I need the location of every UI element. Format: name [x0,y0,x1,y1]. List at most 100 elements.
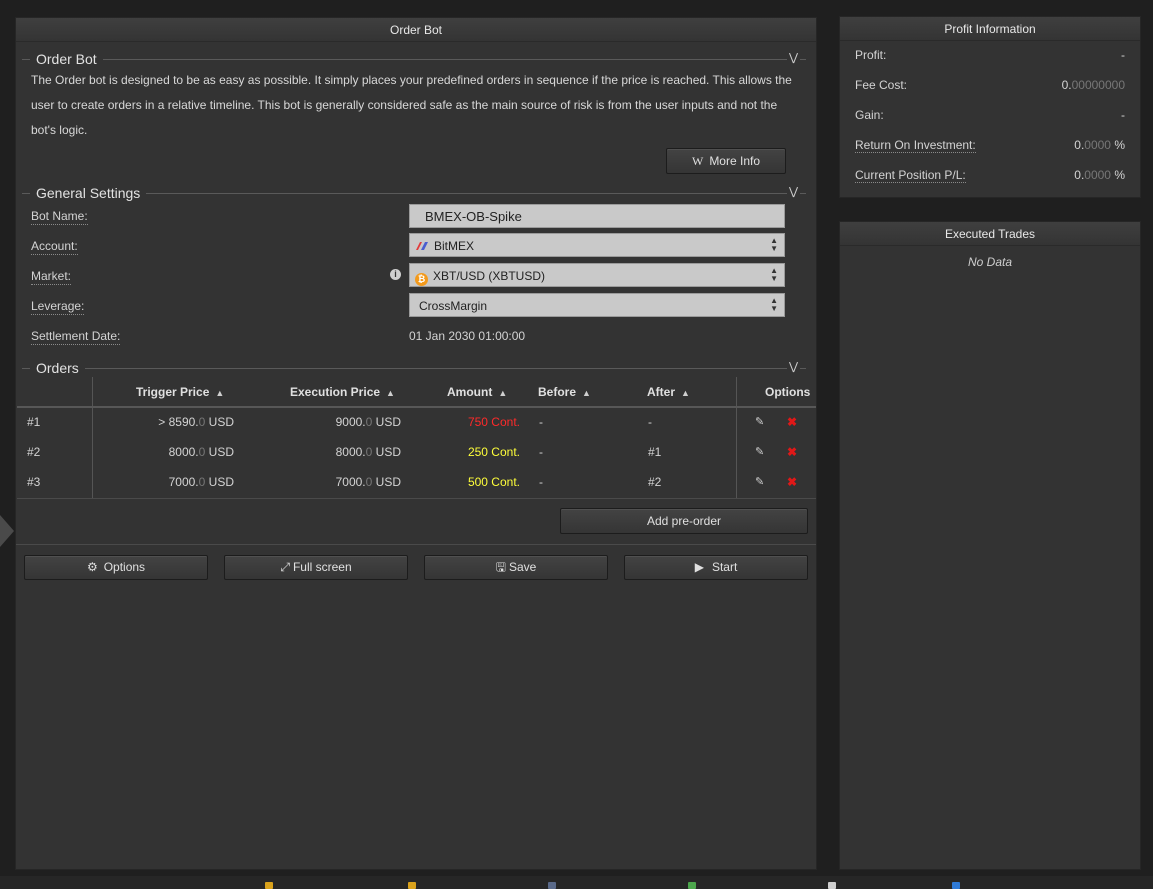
order-before: - [539,475,543,489]
leverage-label: Leverage: [31,299,85,315]
expand-icon: ⤢ [280,560,290,574]
intro-section-title: Order Bot [30,51,103,67]
sort-icon: ▲︎ [681,388,690,398]
toolbar-item-icon[interactable] [408,882,416,889]
sort-icon: ▲︎ [582,388,591,398]
order-before: - [539,415,543,429]
order-amount: 750 Cont. [467,415,520,429]
table-row: #2 8000.0 USD 8000.0 USD 250 Cont. - #1 … [17,437,816,467]
edit-icon[interactable]: ✎ [755,467,764,497]
fullscreen-button[interactable]: ⤢ Full screen [224,555,408,580]
settlement-date-label: Settlement Date: [31,329,121,345]
bottom-toolbar [0,876,1153,889]
account-select[interactable]: BitMEX ▲ ▼ [409,233,785,257]
gear-icon: ⚙ [86,560,98,574]
edit-icon[interactable]: ✎ [755,407,764,437]
profit-panel-title: Profit Information [840,17,1140,41]
bot-name-value: BMEX-OB-Spike [425,209,522,224]
header-after[interactable]: After ▲︎ [647,377,690,407]
account-value: BitMEX [434,239,475,253]
general-settings-title: General Settings [30,185,147,201]
trigger-price: > 8590.0 USD [158,415,234,429]
gain-row: Gain: - [855,108,1125,122]
collapse-chevron-icon[interactable]: ⋁ [787,52,801,64]
leverage-value: CrossMargin [419,299,488,313]
section-divider [22,368,806,369]
bot-name-input[interactable]: BMEX-OB-Spike [409,204,785,228]
table-row: #1 > 8590.0 USD 9000.0 USD 750 Cont. - -… [17,407,816,437]
table-bottom-line [17,498,816,499]
options-button[interactable]: ⚙ Options [24,555,208,580]
fee-cost-row: Fee Cost: 0.00000000 [855,78,1125,92]
orders-table: Trigger Price ▲︎ Execution Price ▲︎ Amount… [17,377,816,499]
order-after: - [648,415,652,429]
toolbar-item-icon[interactable] [548,882,556,889]
table-row: #3 7000.0 USD 7000.0 USD 500 Cont. - #2 … [17,467,816,497]
bot-description: The Order bot is designed to be as easy … [31,73,792,137]
execution-price: 9000.0 USD [335,415,401,429]
market-select[interactable]: ₿ XBT/USD (XBTUSD) ▲ ▼ [409,263,785,287]
order-id: #3 [27,475,41,489]
bot-name-label: Bot Name: [31,209,88,225]
roi-row: Return On Investment: 0.0000 % [855,138,1125,153]
market-label: Market: [31,269,72,285]
start-button[interactable]: ▶ Start [624,555,808,580]
order-amount: 250 Cont. [467,445,520,459]
orders-section-title: Orders [30,360,85,376]
header-execution-price[interactable]: Execution Price ▲︎ [290,377,395,407]
edit-icon[interactable]: ✎ [755,437,764,467]
executed-trades-title: Executed Trades [840,222,1140,246]
select-arrows-icon: ▲ ▼ [770,266,778,283]
toolbar-item-icon[interactable] [828,882,836,889]
header-options: Options [765,385,811,399]
select-arrows-icon: ▲ ▼ [770,236,778,253]
leverage-select[interactable]: CrossMargin ▲ ▼ [409,293,785,317]
order-id: #1 [27,415,41,429]
order-before: - [539,445,543,459]
info-icon[interactable]: i [390,269,401,280]
market-value: XBT/USD (XBTUSD) [433,269,546,283]
sort-icon: ▲︎ [498,388,508,398]
toolbar-item-icon[interactable] [265,882,273,889]
execution-price: 7000.0 USD [335,475,401,489]
header-before[interactable]: Before ▲︎ [538,377,591,407]
bitcoin-icon: ₿ [415,273,428,286]
side-expand-arrow-icon[interactable] [0,515,14,547]
panel-title: Order Bot [16,18,816,42]
executed-trades-panel: Executed Trades No Data [840,222,1140,869]
account-label: Account: [31,239,78,255]
order-after: #1 [648,445,662,459]
section-divider [22,59,806,60]
more-info-button[interactable]: W More Info [666,148,786,174]
collapse-chevron-icon[interactable]: ⋁ [787,186,801,198]
toolbar-item-icon[interactable] [688,882,696,889]
more-info-label: More Info [709,154,761,168]
actions-divider [16,544,816,545]
sort-icon: ▲︎ [215,388,225,398]
toolbar-item-icon[interactable] [952,882,960,889]
trigger-price: 8000.0 USD [168,445,234,459]
play-icon: ▶ [694,560,704,574]
order-amount: 500 Cont. [467,475,520,489]
floppy-disk-icon: 🖫 [495,560,506,574]
bitmex-logo-icon [415,235,429,250]
header-trigger-price[interactable]: Trigger Price ▲︎ [136,377,224,407]
order-id: #2 [27,445,41,459]
sort-icon: ▲︎ [386,388,395,398]
trigger-price: 7000.0 USD [168,475,234,489]
order-after: #2 [648,475,662,489]
select-arrows-icon: ▲ ▼ [770,296,778,313]
save-button[interactable]: 🖫 Save [424,555,608,580]
add-pre-order-button[interactable]: Add pre-order [560,508,808,534]
wikipedia-icon: W [691,154,704,168]
delete-icon[interactable]: ✖ [787,467,797,497]
settlement-date-value: 01 Jan 2030 01:00:00 [409,329,526,343]
delete-icon[interactable]: ✖ [787,407,797,437]
header-amount[interactable]: Amount ▲︎ [447,377,507,407]
collapse-chevron-icon[interactable]: ⋁ [787,361,801,373]
profit-row: Profit: - [855,48,1125,62]
delete-icon[interactable]: ✖ [787,437,797,467]
execution-price: 8000.0 USD [335,445,401,459]
position-pl-row: Current Position P/L: 0.0000 % [855,168,1125,183]
no-data-text: No Data [967,255,1013,269]
